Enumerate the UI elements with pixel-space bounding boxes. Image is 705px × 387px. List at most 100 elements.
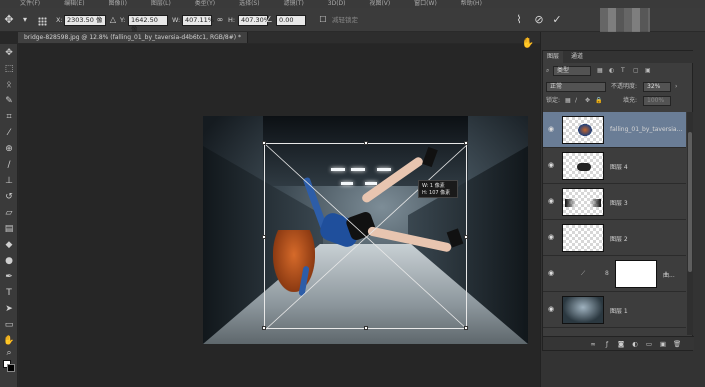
delete-layer-icon[interactable]: 🗑 xyxy=(673,340,681,348)
new-layer-icon[interactable]: ▣ xyxy=(659,340,667,348)
type-filter-icon[interactable]: T xyxy=(621,66,625,76)
lasso-tool-icon[interactable]: ᛟ xyxy=(3,80,15,90)
link-icon[interactable]: ∞ xyxy=(213,13,227,27)
crop-tool-icon[interactable]: ⌗ xyxy=(3,112,15,122)
layer-row[interactable]: ◉ ⟋ 8 曲... xyxy=(543,256,686,292)
menu-3d[interactable]: 3D(D) xyxy=(328,0,346,8)
free-transform-box[interactable] xyxy=(262,141,468,330)
gradient-tool-icon[interactable]: ▤ xyxy=(3,224,15,234)
history-brush-tool-icon[interactable]: ↺ xyxy=(3,192,15,202)
transform-handle[interactable] xyxy=(364,326,368,330)
menu-window[interactable]: 窗口(W) xyxy=(414,0,437,8)
zoom-tool-icon[interactable]: ⌕ xyxy=(3,348,15,358)
menu-help[interactable]: 帮助(H) xyxy=(461,0,482,8)
healing-brush-tool-icon[interactable]: ⊕ xyxy=(3,144,15,154)
visibility-eye-icon[interactable]: ◉ xyxy=(546,161,556,171)
layer-name[interactable]: 图层 4 xyxy=(610,162,628,171)
layer-row[interactable]: ◉ 图层 1 xyxy=(543,292,686,328)
tab-layers[interactable]: 图层 xyxy=(543,51,564,63)
warp-mode-icon[interactable]: ⌇ xyxy=(512,13,526,27)
dropdown-arrow-icon[interactable]: ▾ xyxy=(18,13,32,27)
layer-name[interactable]: 图层 1 xyxy=(610,306,628,315)
visibility-eye-icon[interactable]: ◉ xyxy=(546,197,556,207)
layer-name[interactable]: 曲... xyxy=(663,270,675,279)
menu-image[interactable]: 图像(I) xyxy=(108,0,126,8)
transform-handle[interactable] xyxy=(464,235,468,239)
eyedropper-tool-icon[interactable]: ⁄ xyxy=(3,128,15,138)
type-tool-icon[interactable]: T xyxy=(3,288,15,298)
layer-mask-thumbnail[interactable] xyxy=(615,260,657,288)
lock-all-icon[interactable]: 🔒 xyxy=(595,96,602,106)
relative-position-icon[interactable]: △ xyxy=(106,13,120,27)
menu-type[interactable]: 类型(Y) xyxy=(195,0,215,8)
quick-select-tool-icon[interactable]: ✎ xyxy=(3,96,15,106)
move-tool-icon[interactable]: ✥ xyxy=(3,48,15,58)
blend-mode-select[interactable]: 正常 xyxy=(546,82,606,92)
fill-field[interactable]: 100% xyxy=(643,96,671,106)
y-field[interactable]: 1642.50 像 xyxy=(128,15,168,33)
eraser-tool-icon[interactable]: ▱ xyxy=(3,208,15,218)
reference-point-icon[interactable] xyxy=(38,17,47,26)
transform-handle[interactable] xyxy=(262,141,266,145)
layer-row[interactable]: ◉ falling_01_by_taversia... xyxy=(543,112,686,148)
lock-position-icon[interactable]: ✥ xyxy=(585,96,590,106)
width-field[interactable]: 407.11% xyxy=(182,15,214,26)
transform-handle[interactable] xyxy=(364,141,368,145)
adjustment-filter-icon[interactable]: ◐ xyxy=(609,66,614,76)
new-group-icon[interactable]: ▭ xyxy=(645,340,653,348)
x-field[interactable]: 2303.50 像 xyxy=(64,15,106,26)
transform-handle[interactable] xyxy=(464,326,468,330)
kind-filter-select[interactable]: 类型 xyxy=(553,66,591,76)
tab-channels[interactable]: 通道 xyxy=(567,51,587,63)
commit-transform-icon[interactable]: ✓ xyxy=(550,13,564,27)
angle-field[interactable]: 0.00 xyxy=(276,15,306,26)
fx-icon[interactable]: ƒ xyxy=(603,340,611,348)
visibility-eye-icon[interactable]: ◉ xyxy=(546,233,556,243)
pixel-filter-icon[interactable]: ▦ xyxy=(597,66,603,76)
marquee-tool-icon[interactable]: ⬚ xyxy=(3,64,15,74)
rectangle-tool-icon[interactable]: ▭ xyxy=(3,320,15,330)
layer-name[interactable]: 图层 2 xyxy=(610,234,628,243)
visibility-eye-icon[interactable]: ◉ xyxy=(546,125,556,135)
move-tool-icon[interactable]: ✥ xyxy=(2,13,16,27)
menu-edit[interactable]: 编辑(E) xyxy=(64,0,84,8)
lock-image-icon[interactable]: ∕ xyxy=(575,96,577,106)
layer-name[interactable]: 图层 3 xyxy=(610,198,628,207)
path-select-tool-icon[interactable]: ➤ xyxy=(3,304,15,314)
menu-filter[interactable]: 滤镜(T) xyxy=(284,0,304,8)
scrollbar-thumb[interactable] xyxy=(688,132,692,272)
menu-layer[interactable]: 图层(L) xyxy=(151,0,171,8)
transform-handle[interactable] xyxy=(262,326,266,330)
lock-transparent-icon[interactable]: ▦ xyxy=(565,96,571,106)
menu-file[interactable]: 文件(F) xyxy=(20,0,40,8)
dodge-tool-icon[interactable]: ● xyxy=(3,256,15,266)
visibility-eye-icon[interactable]: ◉ xyxy=(546,305,556,315)
transform-handle[interactable] xyxy=(464,141,468,145)
layer-name[interactable]: falling_01_by_taversia... xyxy=(610,126,682,133)
document-tab[interactable]: bridge-828598.jpg @ 12.8% (falling_01_by… xyxy=(18,32,248,43)
menu-select[interactable]: 选择(S) xyxy=(239,0,260,8)
clone-stamp-tool-icon[interactable]: ⊥ xyxy=(3,176,15,186)
hand-tool-icon[interactable]: ✋ xyxy=(3,336,15,346)
opacity-field[interactable]: 32% xyxy=(643,82,671,92)
brush-tool-icon[interactable]: ∕ xyxy=(3,160,15,170)
add-mask-icon[interactable]: ◙ xyxy=(617,340,625,348)
opacity-arrow-icon[interactable]: › xyxy=(675,82,677,92)
blur-tool-icon[interactable]: ◆ xyxy=(3,240,15,250)
menu-view[interactable]: 视图(V) xyxy=(369,0,390,8)
layer-row[interactable]: ◉ 图层 2 xyxy=(543,220,686,256)
layers-scrollbar[interactable] xyxy=(687,112,693,335)
angle-icon: ∠ xyxy=(265,15,273,24)
link-layers-icon[interactable]: ∞ xyxy=(589,340,597,348)
layer-row[interactable]: ◉ 图层 4 xyxy=(543,148,686,184)
visibility-eye-icon[interactable]: ◉ xyxy=(546,269,556,279)
cancel-transform-icon[interactable]: ⊘ xyxy=(532,13,546,27)
shape-filter-icon[interactable]: ▢ xyxy=(633,66,639,76)
warp-checkbox[interactable]: ☐ xyxy=(316,13,330,27)
layer-row[interactable]: ◉ 图层 3 xyxy=(543,184,686,220)
adjustment-layer-icon[interactable]: ◐ xyxy=(631,340,639,348)
background-color-swatch[interactable] xyxy=(7,364,15,372)
smart-object-filter-icon[interactable]: ▣ xyxy=(645,66,651,76)
transform-handle[interactable] xyxy=(262,235,266,239)
pen-tool-icon[interactable]: ✒ xyxy=(3,272,15,282)
